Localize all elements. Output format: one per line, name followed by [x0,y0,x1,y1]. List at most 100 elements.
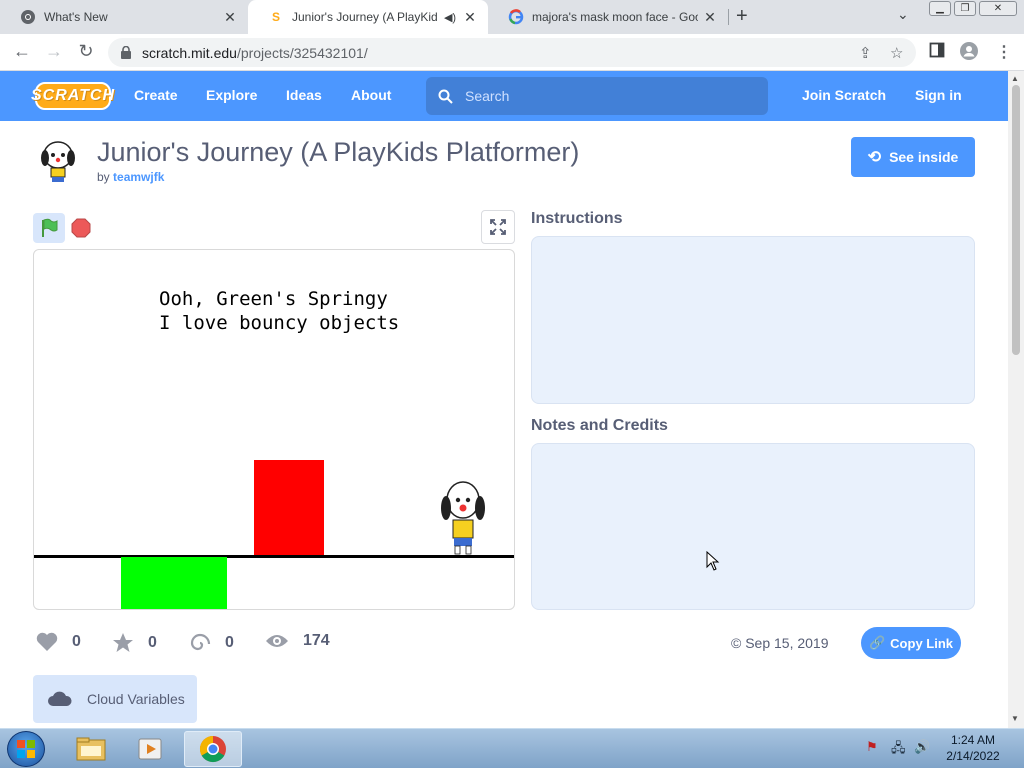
cloud-icon [47,691,73,707]
red-block [254,460,324,557]
folder-icon [76,737,106,761]
close-tab-icon[interactable]: ✕ [222,9,238,26]
project-title: Junior's Journey (A PlayKids Platformer) [97,137,580,167]
nav-ideas[interactable]: Ideas [286,87,322,103]
favorite-count[interactable]: 0 [112,632,157,653]
green-flag-icon [42,218,58,237]
fullscreen-button[interactable] [481,210,515,244]
search-placeholder: Search [465,88,510,104]
google-icon [508,9,524,25]
scrollbar-thumb[interactable] [1012,85,1020,355]
copy-link-label: Copy Link [890,635,954,651]
clock-date: 2/14/2022 [946,749,1000,763]
tab-title: majora's mask moon face - Google Search [532,10,698,24]
clock-time: 1:24 AM [950,733,996,747]
reload-icon[interactable]: ↻ [74,41,98,62]
tab-search-chevron-icon[interactable]: ⌄ [897,6,909,23]
love-value: 0 [72,633,81,650]
action-center-flag-icon[interactable]: ⚑ [866,739,878,755]
new-tab-button[interactable]: + [736,5,748,28]
share-icon[interactable]: ⇪ [859,44,872,62]
profile-avatar-icon[interactable] [960,42,978,65]
by-label: by [97,170,110,184]
volume-icon[interactable]: 🔊 [914,739,930,755]
green-flag-button[interactable] [33,213,65,243]
sign-in-link[interactable]: Sign in [915,87,962,103]
address-bar[interactable]: scratch.mit.edu /projects/325432101/ ⇪ ☆ [108,38,916,67]
cloud-variables-tag[interactable]: Cloud Variables [33,675,197,723]
project-date: © Sep 15, 2019 [731,635,829,651]
lock-icon [118,46,134,59]
audio-playing-icon[interactable]: ◀) [442,11,458,24]
eye-icon [265,633,289,649]
restore-button[interactable]: ❐ [954,1,976,16]
tab-whats-new[interactable]: What's New ✕ [0,0,248,34]
network-icon[interactable]: 🖧 [891,739,906,761]
project-stage[interactable]: Ooh, Green's Springy I love bouncy objec… [33,249,515,610]
windows-taskbar: ⚑ 🖧 🔊 1:24 AM 2/14/2022 [0,728,1024,768]
heart-icon [36,632,58,652]
nav-explore[interactable]: Explore [206,87,257,103]
author-link[interactable]: teamwjfk [113,170,164,184]
project-byline: by teamwjfk [97,170,164,184]
green-springy-block [121,557,227,609]
chrome-taskbar-button[interactable] [184,731,242,767]
chrome-icon [20,9,36,25]
fullscreen-icon [490,219,506,235]
search-input[interactable]: Search [426,77,768,115]
instructions-panel[interactable] [531,236,975,404]
chrome-logo-icon [199,735,226,763]
media-player-taskbar-button[interactable] [122,731,180,767]
stop-sign-icon [71,218,91,238]
forward-arrow-icon[interactable]: → [42,41,66,62]
bookmark-star-icon[interactable]: ☆ [890,44,903,62]
view-value: 174 [303,632,330,649]
sprite-say-text: Ooh, Green's Springy I love bouncy objec… [159,288,400,334]
project-thumbnail-icon [36,139,80,183]
join-scratch-link[interactable]: Join Scratch [802,87,886,103]
tab-juniors-journey[interactable]: S Junior's Journey (A PlayKids Platforme… [248,0,488,34]
nav-create[interactable]: Create [134,87,178,103]
search-icon [438,89,453,104]
instructions-heading: Instructions [531,210,623,227]
love-count[interactable]: 0 [36,632,81,652]
page-scrollbar[interactable]: ▲ ▼ [1008,71,1024,728]
scroll-down-icon[interactable]: ▼ [1011,714,1019,723]
file-explorer-taskbar-button[interactable] [62,731,120,767]
tab-divider [728,9,729,25]
junior-character-sprite [438,478,488,558]
link-icon: 🔗 [868,635,886,650]
close-window-button[interactable]: ✕ [979,1,1017,16]
view-count: 174 [265,632,330,650]
notes-heading: Notes and Credits [531,417,668,434]
start-button[interactable] [7,731,45,767]
browser-toolbar: ← → ↻ scratch.mit.edu /projects/32543210… [0,34,1024,71]
url-host: scratch.mit.edu [142,44,237,61]
scroll-up-icon[interactable]: ▲ [1011,74,1019,83]
close-tab-icon[interactable]: ✕ [462,9,478,26]
page-viewport: SCRATCH Create Explore Ideas About Searc… [0,71,1008,728]
scratch-navbar: SCRATCH Create Explore Ideas About Searc… [0,71,1008,121]
minimize-button[interactable]: ▁ [929,1,951,16]
back-arrow-icon[interactable]: ← [10,41,34,62]
remix-arrows-icon: ⟲ [867,149,882,166]
side-panel-icon[interactable] [929,42,945,63]
stop-button[interactable] [70,217,92,239]
remix-spiral-icon [189,632,211,654]
tab-google-search[interactable]: majora's mask moon face - Google Search … [488,0,728,34]
see-inside-label: See inside [889,149,959,165]
system-clock[interactable]: 1:24 AM 2/14/2022 [944,732,1002,764]
favorite-value: 0 [148,633,157,651]
browser-tab-strip: What's New ✕ S Junior's Journey (A PlayK… [0,0,1024,34]
nav-about[interactable]: About [351,87,391,103]
see-inside-button[interactable]: ⟲ See inside [851,137,975,177]
copy-link-button[interactable]: 🔗 Copy Link [861,627,961,659]
tab-title: Junior's Journey (A PlayKids Platformer) [292,10,438,24]
browser-menu-icon[interactable]: ⋮ [996,42,1012,62]
notes-panel[interactable] [531,443,975,610]
media-player-icon [138,738,162,760]
scratch-logo[interactable]: SCRATCH [31,82,114,110]
url-path: /projects/325432101/ [236,44,368,61]
star-icon [112,632,134,653]
close-tab-icon[interactable]: ✕ [702,9,718,26]
